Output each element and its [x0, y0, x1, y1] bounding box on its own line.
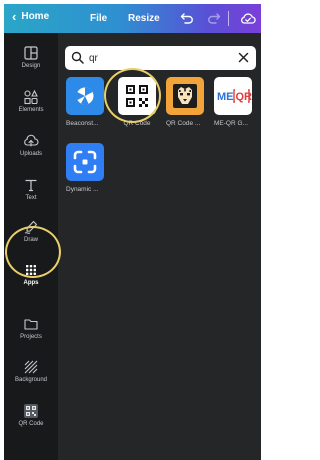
- top-toolbar: ‹ Home File Resize: [4, 4, 261, 33]
- sidebar-item-label: Apps: [23, 280, 39, 286]
- sidebar-item-projects[interactable]: Projects: [4, 316, 58, 352]
- uploads-icon: [23, 133, 39, 149]
- sidebar-item-label: QR Code: [18, 421, 44, 427]
- cloud-saved-icon[interactable]: [240, 12, 256, 30]
- toolbar-divider: [228, 11, 229, 26]
- qr-code-icon: [23, 403, 39, 419]
- sidebar-item-label: Elements: [18, 107, 44, 113]
- sidebar-item-label: Design: [21, 63, 41, 69]
- tiger-qr-logo: [166, 77, 204, 115]
- undo-icon[interactable]: [180, 11, 194, 30]
- app-name: Beaconst...: [66, 120, 99, 127]
- sidebar-item-design[interactable]: Design: [4, 45, 58, 81]
- app-name: ME-QR G...: [214, 120, 248, 127]
- sidebar-item-label: Projects: [20, 334, 42, 340]
- beaconstac-logo: [66, 77, 104, 115]
- dynamic-qr-logo: [66, 143, 104, 181]
- text-icon: [23, 177, 39, 193]
- app-tile-dynamic-qr[interactable]: Dynamic ...: [66, 143, 108, 193]
- elements-icon: [23, 89, 39, 105]
- sidebar-item-background[interactable]: Background: [4, 359, 58, 395]
- chevron-left-icon: ‹: [12, 9, 17, 24]
- svg-text:QR: QR: [236, 91, 253, 103]
- search-input[interactable]: [89, 50, 229, 66]
- search-icon: [71, 51, 84, 69]
- home-button[interactable]: ‹ Home: [12, 10, 49, 23]
- svg-text:ME: ME: [217, 91, 234, 103]
- app-name: QR Code ...: [166, 120, 201, 127]
- background-icon: [23, 359, 39, 375]
- home-label: Home: [21, 11, 50, 22]
- highlight-circle-apps: [5, 226, 61, 278]
- sidebar-item-uploads[interactable]: Uploads: [4, 133, 58, 169]
- me-qr-logo: ME QR: [214, 77, 252, 115]
- redo-icon[interactable]: [207, 11, 221, 30]
- app-tile-beaconstac[interactable]: Beaconst...: [66, 77, 108, 127]
- search-bar: [65, 46, 256, 70]
- sidebar-item-qr-code[interactable]: QR Code: [4, 403, 58, 439]
- clear-search-icon[interactable]: [237, 51, 250, 69]
- canva-editor-frame: ‹ Home File Resize Design Elements Uploa…: [0, 0, 261, 460]
- highlight-circle-qr-code: [104, 68, 161, 123]
- projects-icon: [23, 316, 39, 332]
- sidebar-item-text[interactable]: Text: [4, 177, 58, 213]
- sidebar-item-label: Background: [14, 377, 48, 383]
- app-tile-me-qr-generator[interactable]: ME QR ME-QR G...: [214, 77, 256, 127]
- sidebar-item-label: Uploads: [19, 151, 42, 157]
- sidebar-item-label: Text: [25, 195, 37, 201]
- app-name: Dynamic ...: [66, 186, 99, 193]
- app-tile-qr-code-generator[interactable]: QR Code ...: [166, 77, 208, 127]
- file-menu-button[interactable]: File: [90, 13, 107, 24]
- sidebar-item-elements[interactable]: Elements: [4, 89, 58, 125]
- design-icon: [23, 45, 39, 61]
- resize-button[interactable]: Resize: [128, 13, 160, 24]
